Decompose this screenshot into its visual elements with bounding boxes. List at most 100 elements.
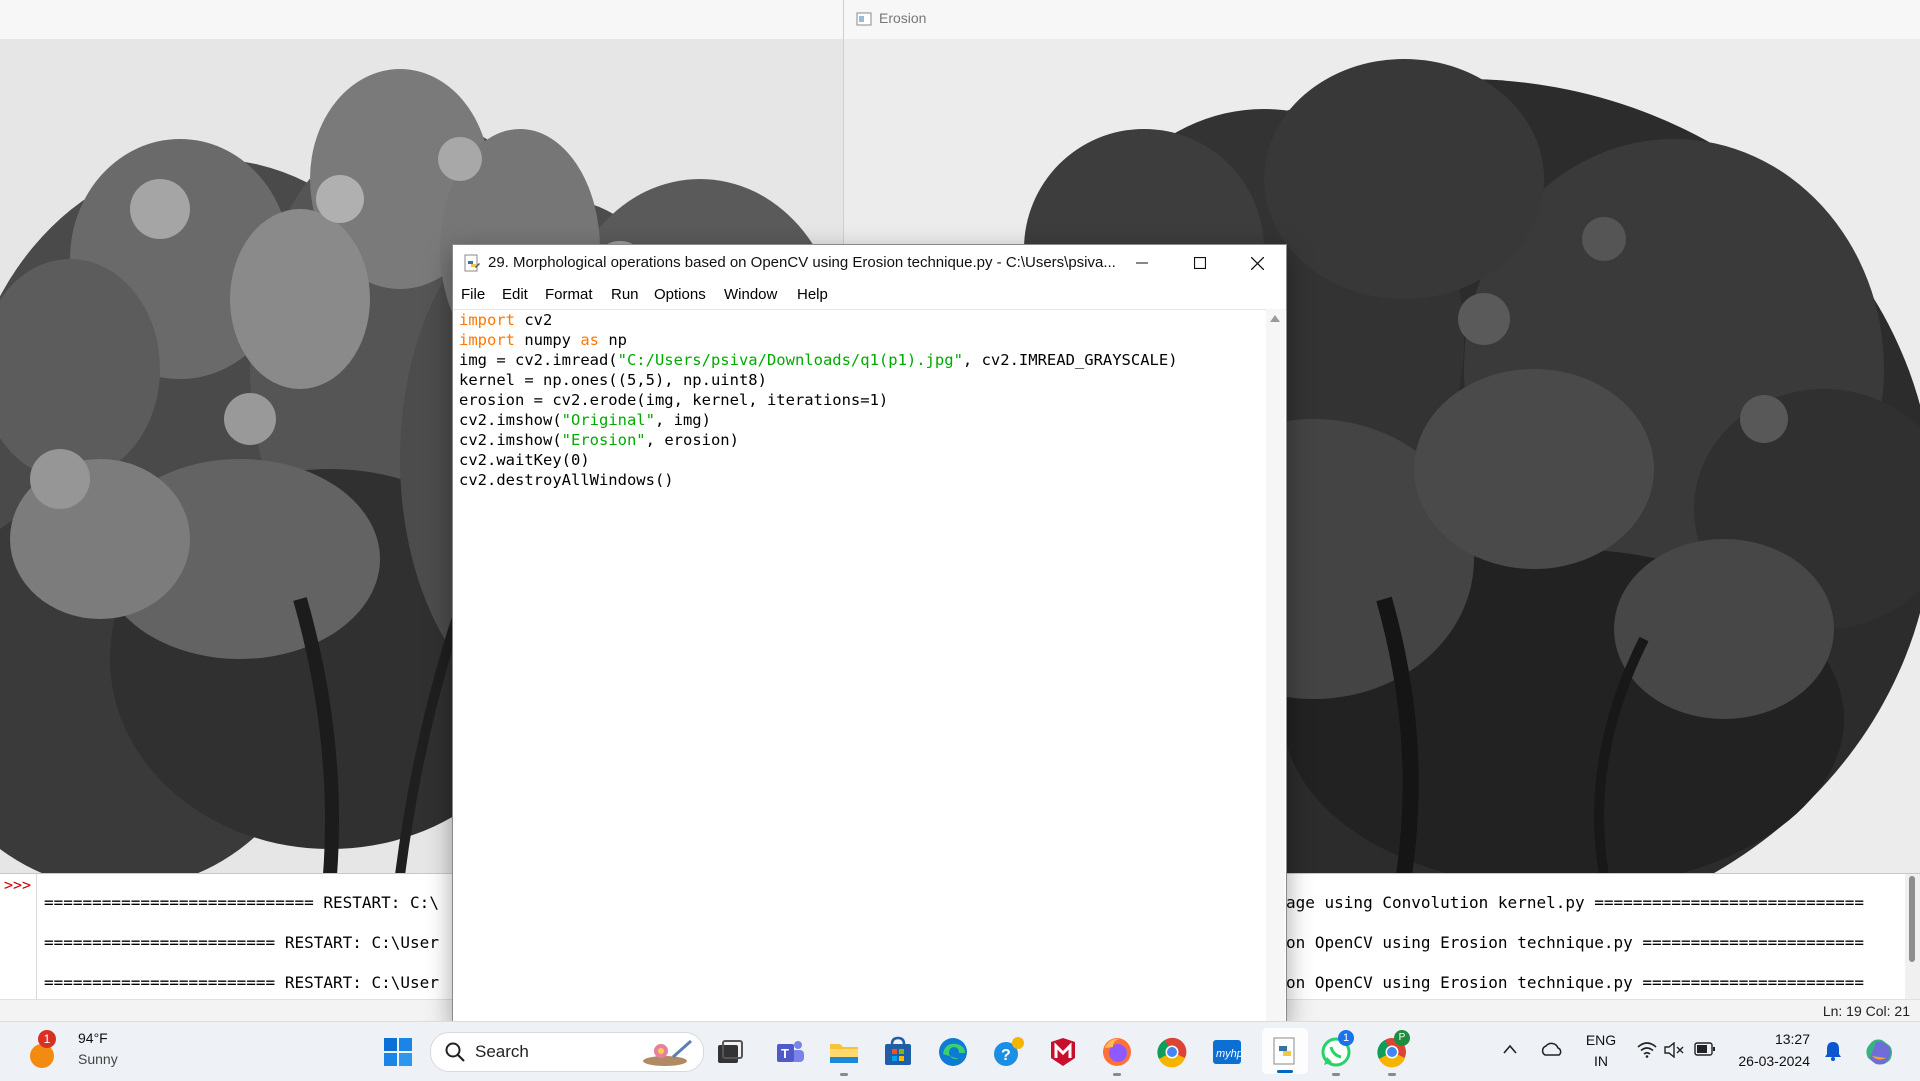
onedrive-cloud-icon[interactable] xyxy=(1540,1040,1564,1058)
copilot-icon[interactable] xyxy=(1864,1036,1896,1068)
code-text: , erosion) xyxy=(645,431,739,449)
mcafee-icon[interactable] xyxy=(1047,1036,1079,1068)
language-indicator[interactable]: ENG xyxy=(1584,1032,1618,1048)
scroll-up-arrow-icon[interactable] xyxy=(1270,314,1280,322)
weather-alert-badge: 1 xyxy=(38,1030,56,1048)
editor-titlebar[interactable]: 29. Morphological operations based on Op… xyxy=(453,245,1286,281)
code-text: , cv2.IMREAD_GRAYSCALE) xyxy=(962,351,1178,369)
code-line[interactable]: cv2.imshow("Erosion", erosion) xyxy=(459,431,739,449)
whatsapp-running-indicator xyxy=(1332,1073,1340,1076)
minimize-icon xyxy=(1136,262,1148,264)
code-string: "Erosion" xyxy=(561,431,646,449)
code-line[interactable]: cv2.imshow("Original", img) xyxy=(459,411,711,429)
shell-output-line[interactable]: on OpenCV using Erosion technique.py ===… xyxy=(1286,973,1864,992)
editor-window-title: 29. Morphological operations based on Op… xyxy=(488,254,1116,271)
window-app-icon xyxy=(856,12,872,26)
code-line[interactable]: erosion = cv2.erode(img, kernel, iterati… xyxy=(459,391,888,409)
code-text: erosion = cv2.erode(img, kernel, iterati… xyxy=(459,391,889,409)
code-line[interactable]: cv2.waitKey(0) xyxy=(459,451,590,469)
python-idle-icon xyxy=(1273,1037,1295,1065)
code-text: cv2 xyxy=(515,311,553,329)
show-hidden-icons-chevron-icon[interactable] xyxy=(1503,1044,1517,1054)
code-text: cv2.imshow( xyxy=(459,411,562,429)
shell-output-line[interactable]: on OpenCV using Erosion technique.py ===… xyxy=(1286,933,1864,952)
code-line[interactable]: img = cv2.imread("C:/Users/psiva/Downloa… xyxy=(459,351,1178,369)
menu-window[interactable]: Window xyxy=(724,286,777,303)
svg-text:?: ? xyxy=(1001,1047,1011,1064)
myhp-icon[interactable]: myhp xyxy=(1211,1036,1243,1068)
taskbar-search-box[interactable]: Search xyxy=(430,1032,704,1072)
menu-format[interactable]: Format xyxy=(545,286,593,303)
clock-time[interactable]: 13:27 xyxy=(1734,1031,1810,1047)
shell-scrollbar[interactable] xyxy=(1905,874,1920,1004)
shell-scrollbar-thumb[interactable] xyxy=(1909,876,1915,962)
region-indicator[interactable]: IN xyxy=(1584,1053,1618,1069)
task-view-icon[interactable] xyxy=(714,1036,746,1068)
editor-scrollbar[interactable] xyxy=(1266,309,1285,1022)
shell-output-line[interactable]: ============================ RESTART: C:… xyxy=(44,893,439,912)
shell-output-line[interactable]: age using Convolution kernel.py ========… xyxy=(1286,893,1864,912)
code-text: cv2.destroyAllWindows() xyxy=(459,471,674,489)
original-window-titlebar[interactable] xyxy=(0,0,843,39)
search-highlight-icon xyxy=(643,1039,692,1066)
microsoft-store-icon[interactable] xyxy=(882,1036,914,1068)
maximize-button[interactable] xyxy=(1171,245,1229,281)
code-line[interactable]: cv2.destroyAllWindows() xyxy=(459,471,674,489)
menu-help[interactable]: Help xyxy=(797,286,828,303)
code-text: numpy xyxy=(515,331,581,349)
chrome-icon[interactable] xyxy=(1156,1036,1188,1068)
close-button[interactable] xyxy=(1228,245,1286,281)
weather-widget[interactable]: 1 94°F Sunny xyxy=(14,1022,154,1081)
code-keyword: import xyxy=(459,311,515,329)
menu-run[interactable]: Run xyxy=(611,286,639,303)
shell-output-line[interactable]: ======================== RESTART: C:\Use… xyxy=(44,973,439,992)
shell-output-line[interactable]: ======================== RESTART: C:\Use… xyxy=(44,933,439,952)
cursor-position: Ln: 19 Col: 21 xyxy=(1822,1003,1910,1019)
weather-condition: Sunny xyxy=(78,1051,118,1067)
code-keyword: import xyxy=(459,331,515,349)
code-text: cv2.waitKey(0) xyxy=(459,451,590,469)
code-line[interactable]: import cv2 xyxy=(459,311,552,329)
file-explorer-icon[interactable] xyxy=(828,1036,860,1068)
code-text: kernel = np.ones((5,5), np.uint8) xyxy=(459,371,767,389)
search-icon xyxy=(445,1042,465,1062)
battery-icon[interactable] xyxy=(1694,1042,1716,1056)
python-idle-taskbar-button[interactable] xyxy=(1262,1028,1308,1074)
chrome-profile-taskbar-button[interactable]: P xyxy=(1376,1030,1410,1068)
maximize-icon xyxy=(1194,257,1206,269)
clock-date[interactable]: 26-03-2024 xyxy=(1726,1053,1810,1069)
code-editor-area[interactable]: import cv2 import numpy as np img = cv2.im… xyxy=(457,311,1257,1011)
firefox-running-indicator xyxy=(1113,1073,1121,1076)
firefox-icon[interactable] xyxy=(1101,1036,1133,1068)
svg-text:myhp: myhp xyxy=(1216,1048,1243,1060)
edge-icon[interactable] xyxy=(937,1036,969,1068)
teams-icon[interactable]: T xyxy=(774,1036,806,1068)
code-line[interactable]: kernel = np.ones((5,5), np.uint8) xyxy=(459,371,767,389)
windows-start-icon[interactable] xyxy=(382,1036,414,1068)
wifi-icon[interactable] xyxy=(1637,1042,1657,1058)
code-text: img = cv2.imread( xyxy=(459,351,618,369)
erosion-window-titlebar[interactable]: Erosion xyxy=(844,0,1920,39)
idle-editor-window: 29. Morphological operations based on Op… xyxy=(452,244,1287,1024)
whatsapp-taskbar-button[interactable]: 1 xyxy=(1320,1030,1354,1068)
minimize-button[interactable] xyxy=(1113,245,1171,281)
code-string: "C:/Users/psiva/Downloads/q1(p1).jpg" xyxy=(617,351,963,369)
erosion-window-title: Erosion xyxy=(879,10,927,26)
editor-menubar: File Edit Format Run Options Window Help xyxy=(453,281,1286,310)
whatsapp-badge: 1 xyxy=(1338,1030,1354,1046)
code-text: cv2.imshow( xyxy=(459,431,562,449)
code-string: "Original" xyxy=(561,411,655,429)
svg-text:T: T xyxy=(781,1046,789,1061)
code-line[interactable]: import numpy as np xyxy=(459,331,627,349)
file-explorer-running-indicator xyxy=(840,1073,848,1076)
get-help-icon[interactable]: ? xyxy=(992,1036,1024,1068)
menu-file[interactable]: File xyxy=(461,286,485,303)
code-keyword: as xyxy=(580,331,599,349)
search-label: Search xyxy=(475,1042,529,1061)
notification-bell-icon[interactable] xyxy=(1824,1041,1842,1061)
chrome-running-indicator xyxy=(1388,1073,1396,1076)
menu-edit[interactable]: Edit xyxy=(502,286,528,303)
close-icon xyxy=(1250,256,1264,270)
volume-muted-icon[interactable] xyxy=(1664,1042,1684,1058)
menu-options[interactable]: Options xyxy=(654,286,706,303)
